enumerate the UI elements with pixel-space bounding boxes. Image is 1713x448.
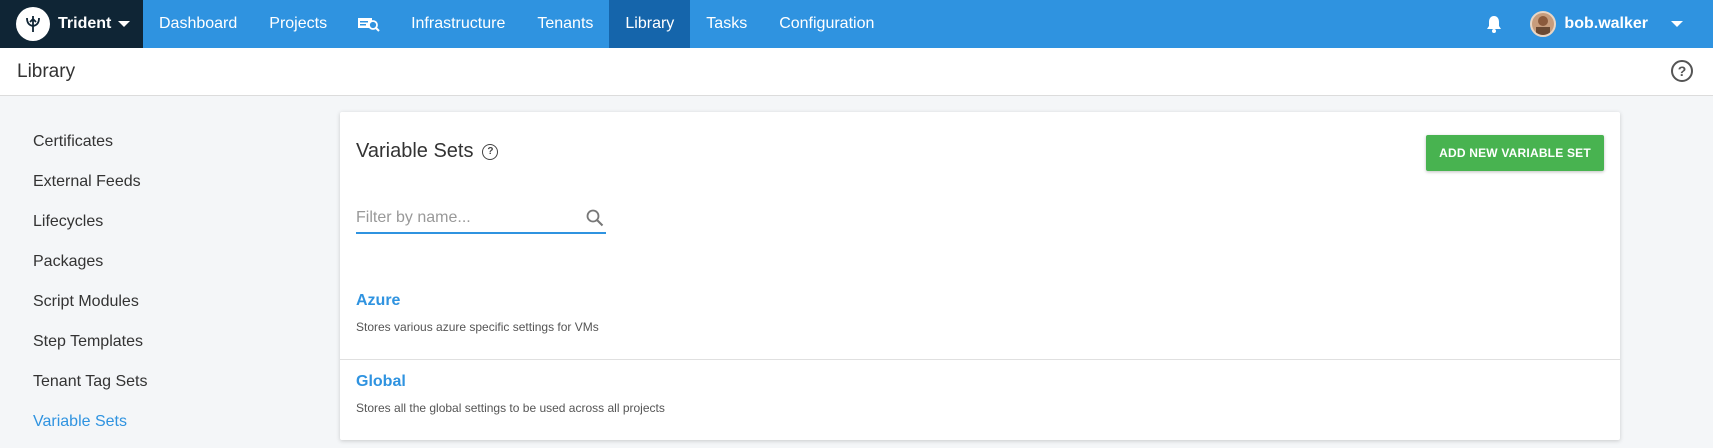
sidebar-item-script-modules[interactable]: Script Modules bbox=[33, 293, 139, 311]
space-switcher[interactable]: Trident bbox=[0, 0, 143, 48]
list-item[interactable]: Global Stores all the global settings to… bbox=[340, 361, 1620, 441]
sidebar-item-lifecycles[interactable]: Lifecycles bbox=[33, 213, 103, 231]
filter-field bbox=[356, 204, 606, 234]
variable-set-description: Stores various azure specific settings f… bbox=[356, 320, 599, 334]
filter-input[interactable] bbox=[356, 209, 571, 227]
page-title: Library bbox=[17, 60, 76, 82]
help-icon[interactable]: ? bbox=[1671, 60, 1693, 82]
sidebar: Certificates External Feeds Lifecycles P… bbox=[0, 97, 330, 448]
variable-sets-card: Variable Sets ? ADD NEW VARIABLE SET Azu… bbox=[340, 112, 1620, 440]
search-icon bbox=[586, 209, 604, 227]
sidebar-item-step-templates[interactable]: Step Templates bbox=[33, 333, 143, 351]
variable-set-name[interactable]: Azure bbox=[356, 292, 400, 310]
avatar bbox=[1530, 11, 1557, 37]
sidebar-item-external-feeds[interactable]: External Feeds bbox=[33, 173, 141, 191]
trident-logo-icon bbox=[16, 7, 50, 41]
top-nav: Trident Dashboard Projects Infrastructur… bbox=[0, 0, 1713, 48]
sidebar-item-variable-sets[interactable]: Variable Sets bbox=[33, 413, 127, 431]
variable-set-description: Stores all the global settings to be use… bbox=[356, 401, 665, 415]
variable-set-name[interactable]: Global bbox=[356, 373, 406, 391]
nav-library[interactable]: Library bbox=[609, 0, 691, 48]
help-icon[interactable]: ? bbox=[482, 143, 499, 160]
list-item[interactable]: Azure Stores various azure specific sett… bbox=[340, 280, 1620, 360]
sidebar-item-packages[interactable]: Packages bbox=[33, 253, 103, 271]
bell-icon[interactable] bbox=[1486, 15, 1502, 33]
nav-dashboard[interactable]: Dashboard bbox=[143, 0, 253, 48]
nav-tenants[interactable]: Tenants bbox=[521, 0, 609, 48]
nav-configuration[interactable]: Configuration bbox=[763, 0, 890, 48]
sidebar-item-tenant-tag-sets[interactable]: Tenant Tag Sets bbox=[33, 373, 147, 391]
card-title-text: Variable Sets bbox=[356, 140, 474, 162]
nav-projects[interactable]: Projects bbox=[253, 0, 343, 48]
space-name: Trident bbox=[58, 15, 112, 32]
add-variable-set-button[interactable]: ADD NEW VARIABLE SET bbox=[1426, 135, 1604, 171]
sidebar-item-certificates[interactable]: Certificates bbox=[33, 133, 113, 151]
card-title: Variable Sets ? bbox=[356, 140, 499, 163]
chevron-down-icon bbox=[1671, 21, 1683, 27]
nav-infrastructure[interactable]: Infrastructure bbox=[395, 0, 521, 48]
nav-tasks[interactable]: Tasks bbox=[690, 0, 763, 48]
page-header: Library ? bbox=[0, 48, 1713, 96]
chevron-down-icon bbox=[118, 21, 131, 27]
user-name: bob.walker bbox=[1564, 15, 1648, 32]
search-projects-icon[interactable] bbox=[343, 0, 395, 48]
user-menu[interactable]: bob.walker bbox=[1530, 11, 1683, 37]
